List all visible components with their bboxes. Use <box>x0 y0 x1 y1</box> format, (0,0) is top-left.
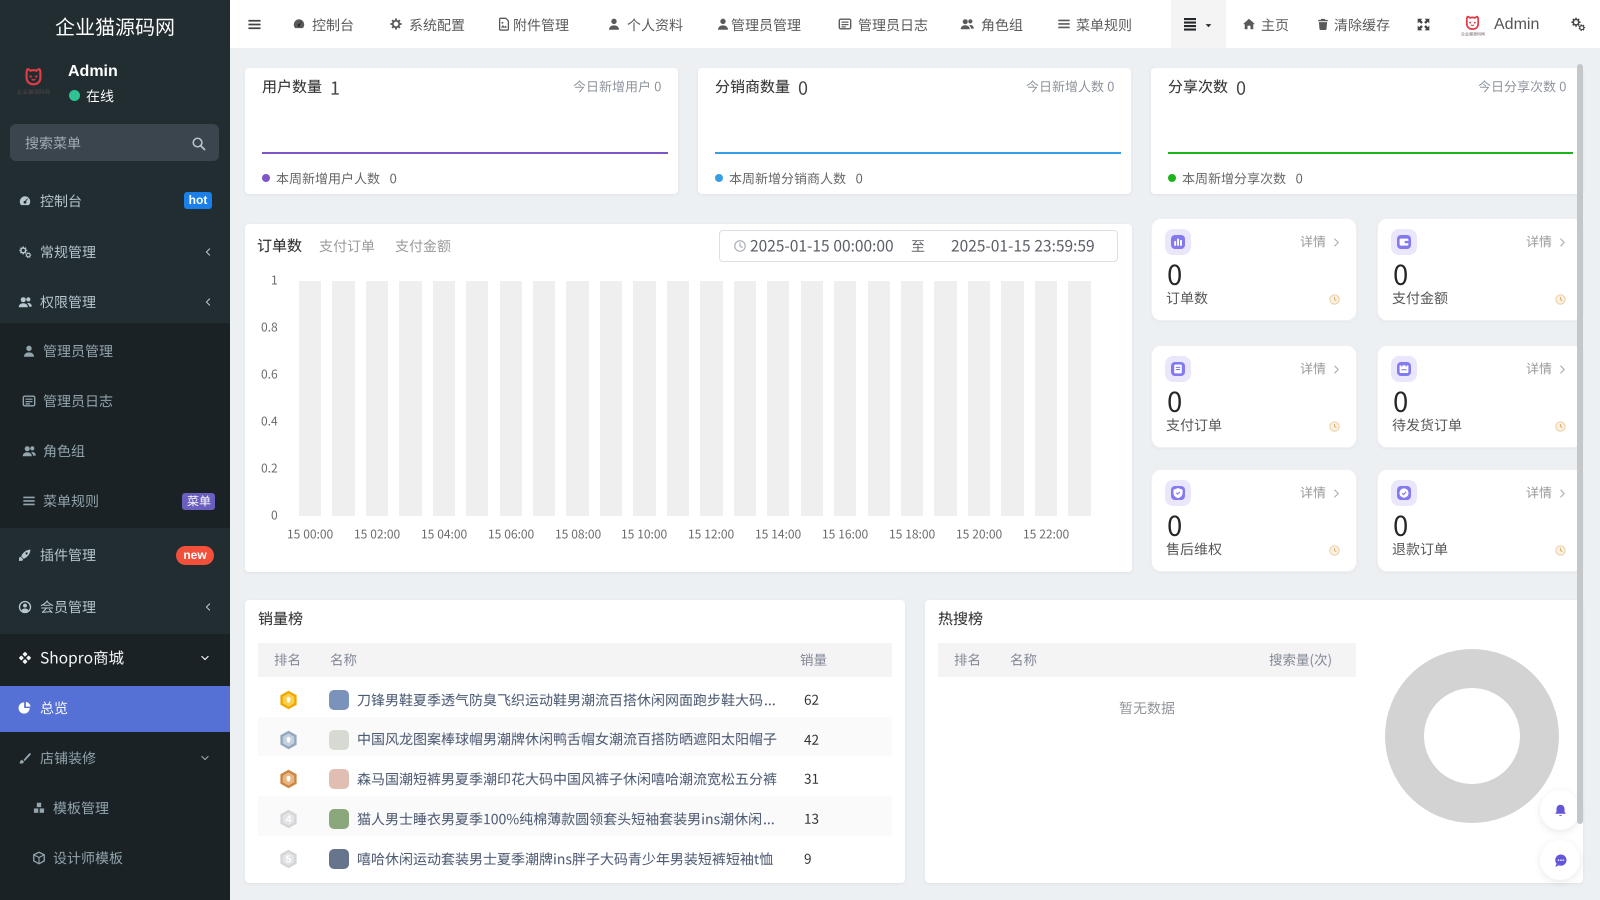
svg-text:4: 4 <box>286 814 292 826</box>
svg-text:5: 5 <box>286 853 292 865</box>
